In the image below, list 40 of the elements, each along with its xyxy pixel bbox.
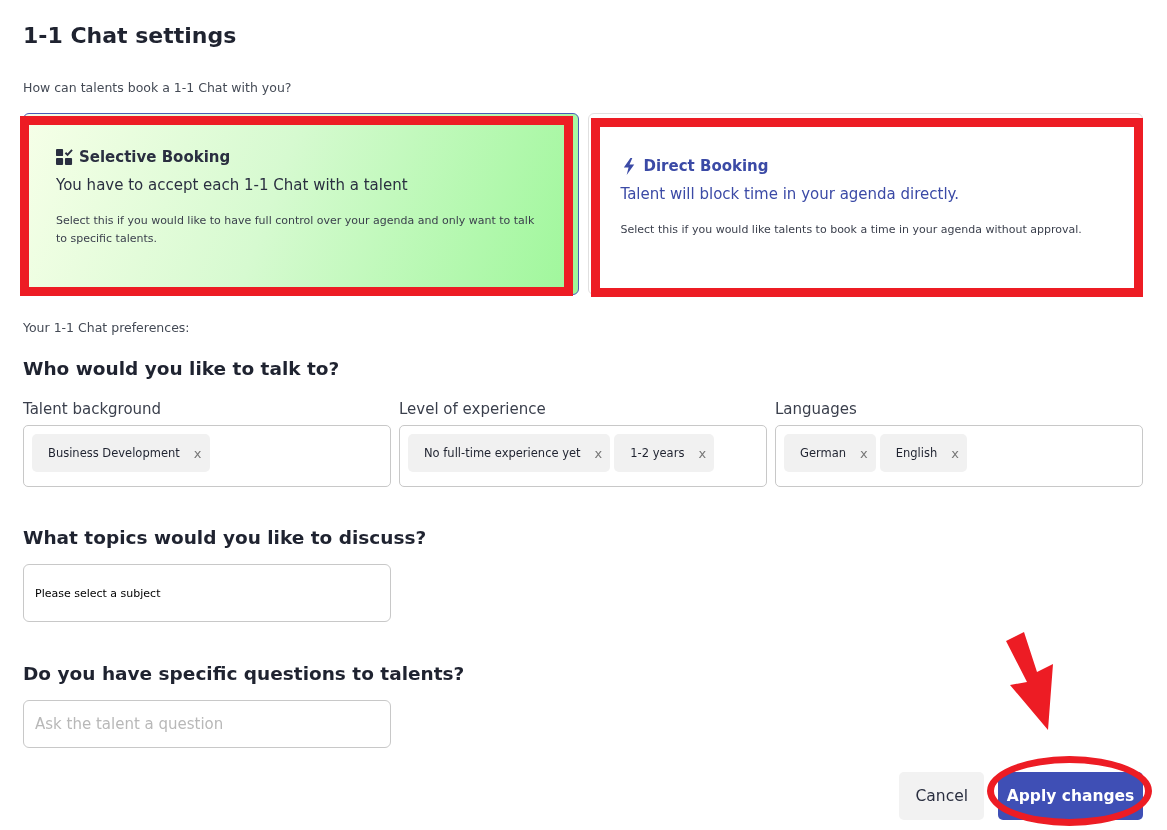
filter-tag[interactable]: Business Development x	[32, 434, 210, 472]
section-heading: Who would you like to talk to?	[23, 357, 341, 381]
option-subtitle: You have to accept each 1-1 Chat with a talent	[56, 176, 409, 194]
subject-select[interactable]: Please select a subject	[23, 564, 391, 622]
option-subtitle: Talent will block time in your agenda directly.	[620, 185, 961, 203]
tag-text: English	[895, 446, 938, 460]
remove-tag-button[interactable]: x	[860, 445, 868, 461]
tag-text: Business Development	[48, 446, 180, 460]
remove-tag-button[interactable]: x	[698, 445, 707, 461]
remove-tag-button[interactable]: x	[951, 445, 959, 461]
tag-text: German	[800, 446, 847, 460]
filter-tag[interactable]: 1-2 years x	[614, 434, 715, 472]
field-label: Level of experience	[399, 399, 547, 419]
multi-select-field[interactable]: No full-time experience yet x 1-2 years x	[399, 425, 767, 487]
question-input[interactable]: Ask the talent a question	[23, 700, 391, 748]
tag-text: 1-2 years	[630, 446, 685, 460]
booking-option-card[interactable]: Selective Booking You have to accept each 1-1 Chat with a talent Select this if you would like to have full control over your agenda and only want to talk to specific talents.	[23, 113, 579, 295]
field-label: Talent background	[23, 399, 163, 419]
page-title: 1-1 Chat settings	[23, 22, 238, 50]
section-heading: Do you have specific questions to talents?	[23, 662, 466, 686]
option-description: Select this if you would like talents to book a time in your agenda without approval.	[620, 222, 1083, 238]
tag-text: No full-time experience yet	[424, 446, 581, 460]
booking-question: How can talents book a 1-1 Chat with you?	[23, 79, 293, 97]
cancel-button[interactable]: Cancel	[899, 772, 984, 820]
field-label: Languages	[775, 399, 858, 419]
multi-select-field[interactable]: German x English x	[775, 425, 1143, 487]
option-description: Select this if you would like to have full control over your agenda and only want to talk to specific talents.	[56, 213, 536, 247]
grid-check-icon	[56, 148, 73, 166]
section-heading: What topics would you like to discuss?	[23, 526, 428, 550]
remove-tag-button[interactable]: x	[594, 445, 603, 461]
booking-option-card[interactable]: Direct Booking Talent will block time in your agenda directly. Select this if you would like talents to book a time in your agenda without approval.	[587, 113, 1143, 295]
apply-button[interactable]: Apply changes	[998, 772, 1143, 820]
filter-tag[interactable]: English x	[879, 434, 967, 472]
option-title: Direct Booking	[643, 157, 769, 175]
remove-tag-button[interactable]: x	[193, 445, 202, 461]
multi-select-field[interactable]: Business Development x	[23, 425, 391, 487]
option-title: Selective Booking	[79, 148, 231, 166]
preferences-label: Your 1-1 Chat preferences:	[23, 319, 191, 337]
filter-tag[interactable]: German x	[784, 434, 876, 472]
filter-tag[interactable]: No full-time experience yet x	[408, 434, 611, 472]
